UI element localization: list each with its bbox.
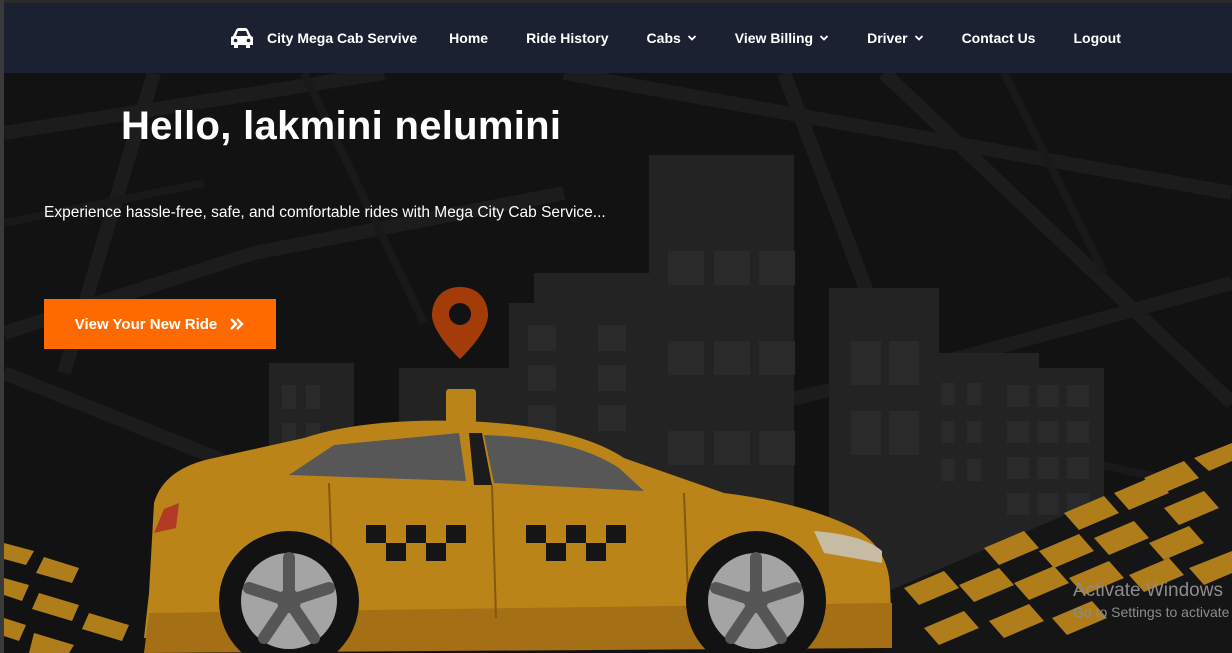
app-frame: City Mega Cab Servive Home Ride History …: [0, 0, 1232, 653]
brand-name: City Mega Cab Servive: [267, 30, 418, 46]
nav-logout[interactable]: Logout: [1073, 30, 1120, 46]
nav-contact-us-label: Contact Us: [961, 30, 1036, 46]
nav-view-billing[interactable]: View Billing: [735, 30, 829, 46]
nav-inner: City Mega Cab Servive Home Ride History …: [229, 3, 1121, 73]
car-icon: [231, 28, 253, 48]
nav-driver-label: Driver: [867, 30, 908, 46]
hero-section: [4, 73, 1232, 653]
nav-driver[interactable]: Driver: [867, 30, 923, 46]
nav-cabs[interactable]: Cabs: [647, 30, 697, 46]
double-chevron-right-icon: [230, 318, 244, 330]
watermark-title: Activate Windows: [1073, 580, 1223, 601]
nav-contact-us[interactable]: Contact Us: [962, 30, 1036, 46]
nav-home[interactable]: Home: [449, 30, 488, 46]
chevron-down-icon: [819, 35, 829, 41]
window-edge: [0, 0, 4, 653]
watermark-subtitle: Go to Settings to activate Windows.: [1073, 604, 1232, 620]
view-new-ride-label: View Your New Ride: [74, 315, 218, 333]
top-border: [0, 0, 1232, 3]
nav-logout-label: Logout: [1073, 30, 1121, 46]
navbar: City Mega Cab Servive Home Ride History …: [4, 3, 1232, 73]
chevron-down-icon: [914, 35, 923, 41]
view-new-ride-button[interactable]: View Your New Ride: [44, 299, 276, 349]
nav-home-label: Home: [449, 30, 489, 46]
brand[interactable]: City Mega Cab Servive: [229, 27, 417, 49]
page-title: Hello, lakmini nelumini: [121, 104, 562, 148]
hero-illustration: [4, 73, 1232, 653]
windows-activation-watermark: Activate Windows Go to Settings to activ…: [1073, 580, 1232, 620]
nav-ride-history[interactable]: Ride History: [526, 30, 608, 46]
nav-view-billing-label: View Billing: [734, 30, 814, 46]
nav-ride-history-label: Ride History: [526, 30, 609, 46]
nav-cabs-label: Cabs: [646, 30, 681, 46]
hero-tagline: Experience hassle-free, safe, and comfor…: [44, 204, 606, 221]
chevron-down-icon: [687, 35, 696, 41]
